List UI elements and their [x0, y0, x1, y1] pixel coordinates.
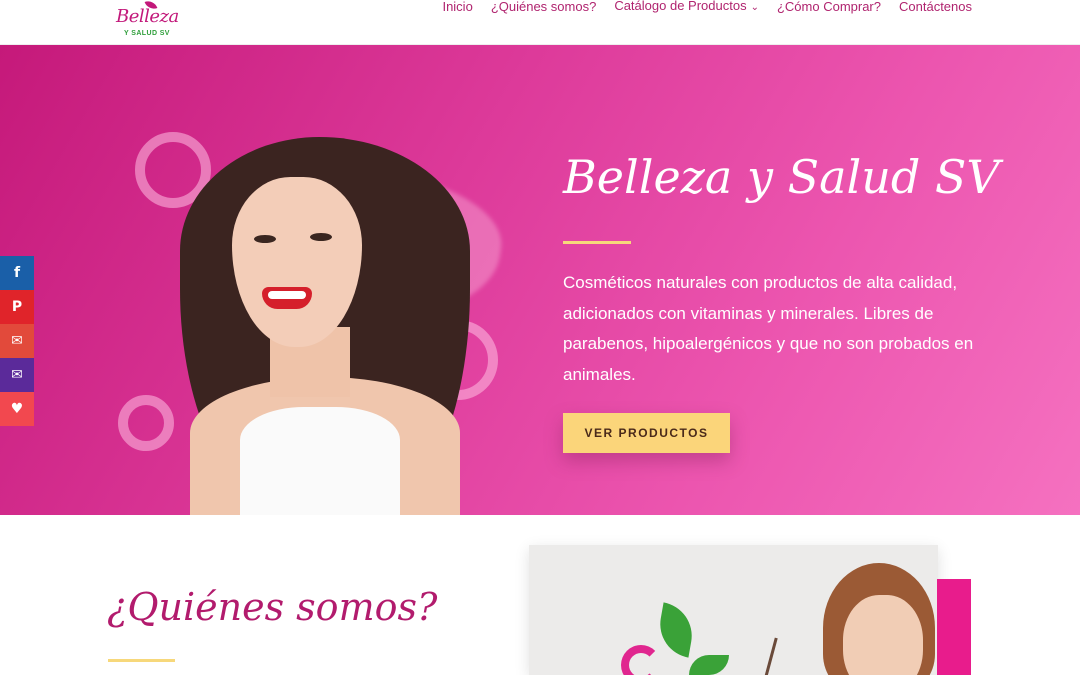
- leaf-graphic: [689, 655, 729, 675]
- decor-ring: [118, 395, 174, 451]
- nav-item-catalogo[interactable]: Catálogo de Productos ⌄: [614, 0, 759, 14]
- email-icon: ✉: [11, 367, 23, 383]
- person-face: [843, 595, 923, 675]
- hero-description: Cosméticos naturales con productos de al…: [563, 273, 974, 384]
- gmail-share-button[interactable]: ✉: [0, 324, 34, 358]
- nav-item-como-comprar[interactable]: ¿Cómo Comprar?: [777, 0, 881, 13]
- hero-title: Belleza y Salud SV: [563, 150, 1000, 204]
- logo-script-text: Belleza: [116, 6, 179, 27]
- chevron-down-icon: ⌄: [750, 2, 759, 13]
- about-title: ¿Quiénes somos?: [107, 585, 438, 629]
- gmail-icon: ✉: [11, 333, 23, 349]
- model-eye: [254, 235, 276, 243]
- facebook-share-button[interactable]: f: [0, 256, 34, 290]
- favorite-icon: ♥: [10, 401, 24, 417]
- logo-sub-text: Y SALUD SV: [124, 30, 170, 37]
- hero-model-photo: [170, 137, 470, 515]
- nav-item-contactenos[interactable]: Contáctenos: [899, 0, 972, 13]
- nav-item-quienes-somos[interactable]: ¿Quiénes somos?: [491, 0, 597, 13]
- brush-graphic: [759, 637, 778, 675]
- social-share-bar: f P ✉ ✉ ♥: [0, 256, 34, 426]
- about-photo: [529, 545, 938, 675]
- email-share-button[interactable]: ✉: [0, 358, 34, 392]
- nav-item-inicio[interactable]: Inicio: [442, 0, 472, 13]
- ver-productos-button[interactable]: VER PRODUCTOS: [563, 413, 730, 453]
- model-top: [240, 407, 400, 515]
- about-divider: [108, 659, 175, 662]
- model-teeth: [268, 291, 306, 299]
- main-nav: Inicio ¿Quiénes somos? Catálogo de Produ…: [442, 0, 972, 14]
- nav-item-catalogo-label: Catálogo de Productos: [614, 0, 747, 13]
- logo-swirl-graphic: [621, 645, 661, 675]
- hero-section: Belleza y Salud SV Cosméticos naturales …: [0, 45, 1080, 515]
- hero-divider: [563, 241, 631, 244]
- model-eye: [310, 233, 332, 241]
- pinterest-icon: P: [11, 299, 23, 315]
- pinterest-share-button[interactable]: P: [0, 290, 34, 324]
- leaf-graphic: [654, 602, 698, 658]
- favorite-share-button[interactable]: ♥: [0, 392, 34, 426]
- facebook-icon: f: [13, 265, 21, 281]
- accent-bar: [937, 579, 971, 675]
- site-logo[interactable]: Belleza Y SALUD SV: [112, 0, 179, 42]
- site-header: Belleza Y SALUD SV Inicio ¿Quiénes somos…: [0, 0, 1080, 45]
